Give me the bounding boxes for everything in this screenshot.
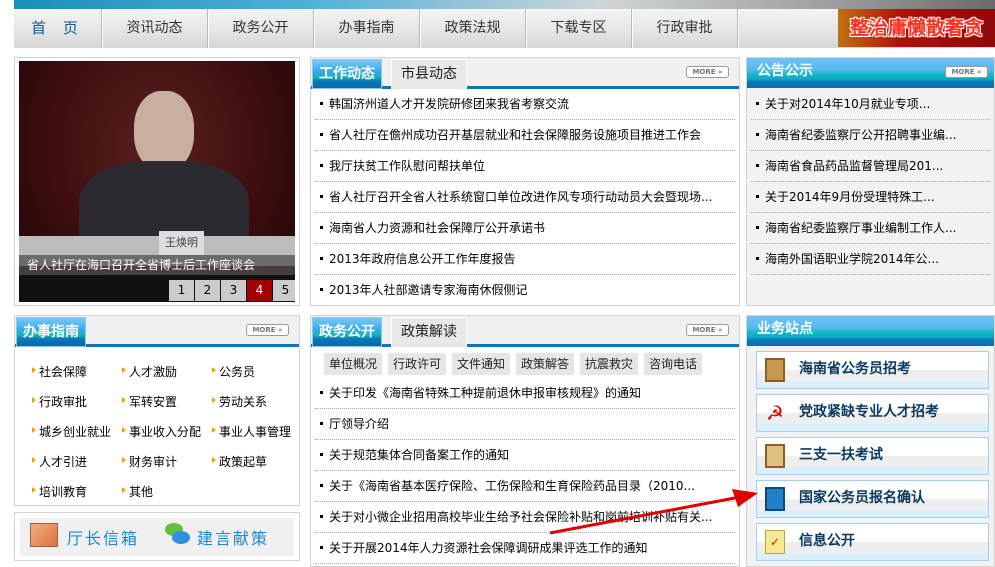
site-label: 党政紧缺专业人才招考 bbox=[799, 404, 939, 420]
tab-city-news[interactable]: 市县动态 bbox=[391, 59, 467, 89]
list-item[interactable]: 省人社厅在儋州成功召开基层就业和社会保障服务设施项目推进工作会 bbox=[315, 120, 735, 151]
list-item[interactable]: 2013年政府信息公开工作年度报告 bbox=[315, 244, 735, 275]
guide-title[interactable]: 办事指南 bbox=[16, 317, 86, 347]
guide-link[interactable]: 事业人事管理 bbox=[212, 423, 291, 440]
annotation-arrow-icon bbox=[549, 489, 758, 535]
slide-photo[interactable]: 王焕明 省人社厅在海口召开全省博士后工作座谈会 1 2 3 4 5 bbox=[19, 61, 295, 302]
guide-link[interactable]: 公务员 bbox=[212, 363, 255, 380]
list-item[interactable]: 我厅扶贫工作队慰问帮扶单位 bbox=[315, 151, 735, 182]
guide-link[interactable]: 人才激励 bbox=[122, 363, 177, 380]
notice-list: 关于对2014年10月就业专项... 海南省纪委监察厅公开招聘事业编... 海南… bbox=[751, 89, 990, 275]
slide-page-3[interactable]: 3 bbox=[221, 280, 246, 301]
slideshow: 王焕明 省人社厅在海口召开全省博士后工作座谈会 1 2 3 4 5 bbox=[14, 57, 300, 306]
affairs-more-button[interactable]: MORE » bbox=[686, 324, 729, 336]
envelope-icon bbox=[30, 523, 58, 547]
list-item[interactable]: 海南外国语职业学院2014年公... bbox=[751, 244, 990, 275]
list-item[interactable]: 海南省纪委监察厅公开招聘事业编... bbox=[751, 120, 990, 151]
mail-panel: 厅长信箱 建言献策 bbox=[14, 512, 300, 561]
nav-guide[interactable]: 办事指南 bbox=[314, 9, 420, 48]
tab-affairs[interactable]: 政务公开 bbox=[312, 317, 382, 347]
notice-title-text: 公告公示 bbox=[757, 63, 813, 79]
list-item[interactable]: 厅领导介绍 bbox=[315, 409, 735, 440]
slide-caption: 省人社厅在海口召开全省博士后工作座谈会 bbox=[19, 255, 295, 275]
news-header: 工作动态 市县动态 MORE » bbox=[311, 58, 739, 89]
slide-page-1[interactable]: 1 bbox=[169, 280, 194, 301]
site-label: 国家公务员报名确认 bbox=[799, 490, 925, 506]
suggestions-link[interactable]: 建言献策 bbox=[197, 525, 269, 549]
site-national-civil-service-confirm[interactable]: 国家公务员报名确认 bbox=[756, 480, 989, 518]
nav-affairs[interactable]: 政务公开 bbox=[208, 9, 314, 48]
guide-link[interactable]: 培训教育 bbox=[32, 483, 87, 500]
nav-home[interactable]: 首 页 bbox=[14, 9, 102, 48]
list-item[interactable]: 关于对2014年10月就业专项... bbox=[751, 89, 990, 120]
guide-link[interactable]: 社会保障 bbox=[32, 363, 87, 380]
guide-link[interactable]: 行政审批 bbox=[32, 393, 87, 410]
clipboard-icon bbox=[765, 358, 785, 382]
sites-title: 业务站点 bbox=[747, 316, 994, 346]
guide-link[interactable]: 财务审计 bbox=[122, 453, 177, 470]
nav-policy[interactable]: 政策法规 bbox=[420, 9, 526, 48]
nav-news[interactable]: 资讯动态 bbox=[102, 9, 208, 48]
notice-more-button[interactable]: MORE » bbox=[945, 66, 988, 78]
nav-approval[interactable]: 行政审批 bbox=[632, 9, 738, 48]
site-label: 三支一扶考试 bbox=[799, 447, 883, 463]
site-three-supports-exam[interactable]: 三支一扶考试 bbox=[756, 437, 989, 475]
list-item[interactable]: 韩国济州道人才开发院研修团来我省考察交流 bbox=[315, 89, 735, 120]
list-item[interactable]: 关于规范集体合同备案工作的通知 bbox=[315, 440, 735, 471]
guide-link[interactable]: 城乡创业就业 bbox=[32, 423, 111, 440]
sites-panel: 业务站点 海南省公务员招考 ☭ 党政紧缺专业人才招考 三支一扶考试 国家公务员报名… bbox=[746, 315, 995, 567]
subtab-admin-permit[interactable]: 行政许可 bbox=[388, 353, 447, 375]
site-party-talent-exam[interactable]: ☭ 党政紧缺专业人才招考 bbox=[756, 394, 989, 432]
subtab-hotline[interactable]: 咨询电话 bbox=[644, 353, 703, 375]
top-banner bbox=[14, 0, 995, 9]
news-list: 韩国济州道人才开发院研修团来我省考察交流 省人社厅在儋州成功召开基层就业和社会保… bbox=[315, 89, 735, 306]
site-label: 信息公开 bbox=[799, 533, 855, 549]
campaign-banner[interactable]: 整治庸懒散奢贪 bbox=[838, 9, 995, 47]
person-head bbox=[134, 91, 194, 171]
guide-link[interactable]: 劳动关系 bbox=[212, 393, 267, 410]
notice-panel: 公告公示 MORE » 关于对2014年10月就业专项... 海南省纪委监察厅公… bbox=[746, 57, 995, 306]
subtab-policy-answers[interactable]: 政策解答 bbox=[516, 353, 575, 375]
clipboard-pencil-icon bbox=[765, 444, 785, 468]
guide-more-button[interactable]: MORE » bbox=[246, 324, 289, 336]
nameplate: 王焕明 bbox=[159, 231, 204, 255]
tab-policy-interpretation[interactable]: 政策解读 bbox=[391, 317, 467, 347]
guide-panel: 办事指南 MORE » 社会保障 人才激励 公务员 行政审批 军转安置 劳动关系… bbox=[14, 315, 300, 506]
chat-bubble-icon bbox=[165, 523, 191, 547]
subtab-disaster-relief[interactable]: 抗震救灾 bbox=[580, 353, 639, 375]
affairs-header: 政务公开 政策解读 MORE » bbox=[311, 316, 739, 347]
guide-link[interactable]: 事业收入分配 bbox=[122, 423, 201, 440]
nav-download[interactable]: 下载专区 bbox=[526, 9, 632, 48]
guide-link[interactable]: 其他 bbox=[122, 483, 153, 500]
list-item[interactable]: 省人社厅召开全省人社系统窗口单位改进作风专项行动动员大会暨现场... bbox=[315, 182, 735, 213]
list-item[interactable]: 海南省纪委监察厅事业编制工作人... bbox=[751, 213, 990, 244]
list-item[interactable]: 关于印发《海南省特殊工种提前退休申报审核规程》的通知 bbox=[315, 378, 735, 409]
list-item[interactable]: 海南省人力资源和社会保障厅公开承诺书 bbox=[315, 213, 735, 244]
director-mailbox-link[interactable]: 厅长信箱 bbox=[67, 525, 139, 549]
guide-link[interactable]: 军转安置 bbox=[122, 393, 177, 410]
slide-page-4[interactable]: 4 bbox=[247, 280, 272, 301]
list-item[interactable]: 海南省食品药品监督管理局201... bbox=[751, 151, 990, 182]
guide-link[interactable]: 人才引进 bbox=[32, 453, 87, 470]
site-civil-service-exam[interactable]: 海南省公务员招考 bbox=[756, 351, 989, 389]
subtab-notices[interactable]: 文件通知 bbox=[452, 353, 511, 375]
site-label: 海南省公务员招考 bbox=[799, 361, 911, 377]
slide-pager: 1 2 3 4 5 bbox=[169, 280, 295, 301]
list-item[interactable]: 关于2014年9月份受理特殊工... bbox=[751, 182, 990, 213]
news-more-button[interactable]: MORE » bbox=[686, 66, 729, 78]
guide-header: 办事指南 MORE » bbox=[15, 316, 299, 347]
guide-link[interactable]: 政策起草 bbox=[212, 453, 267, 470]
news-panel: 工作动态 市县动态 MORE » 韩国济州道人才开发院研修团来我省考察交流 省人… bbox=[310, 57, 740, 306]
tab-work-news[interactable]: 工作动态 bbox=[312, 59, 382, 89]
subtab-unit-overview[interactable]: 单位概况 bbox=[324, 353, 383, 375]
slide-page-5[interactable]: 5 bbox=[273, 280, 295, 301]
slide-page-2[interactable]: 2 bbox=[195, 280, 220, 301]
site-info-disclosure[interactable]: ✓ 信息公开 bbox=[756, 523, 989, 561]
sites-title-text: 业务站点 bbox=[757, 321, 813, 337]
hammer-sickle-icon: ☭ bbox=[766, 401, 784, 425]
list-item[interactable]: 2013年人社部邀请专家海南休假侧记 bbox=[315, 275, 735, 306]
